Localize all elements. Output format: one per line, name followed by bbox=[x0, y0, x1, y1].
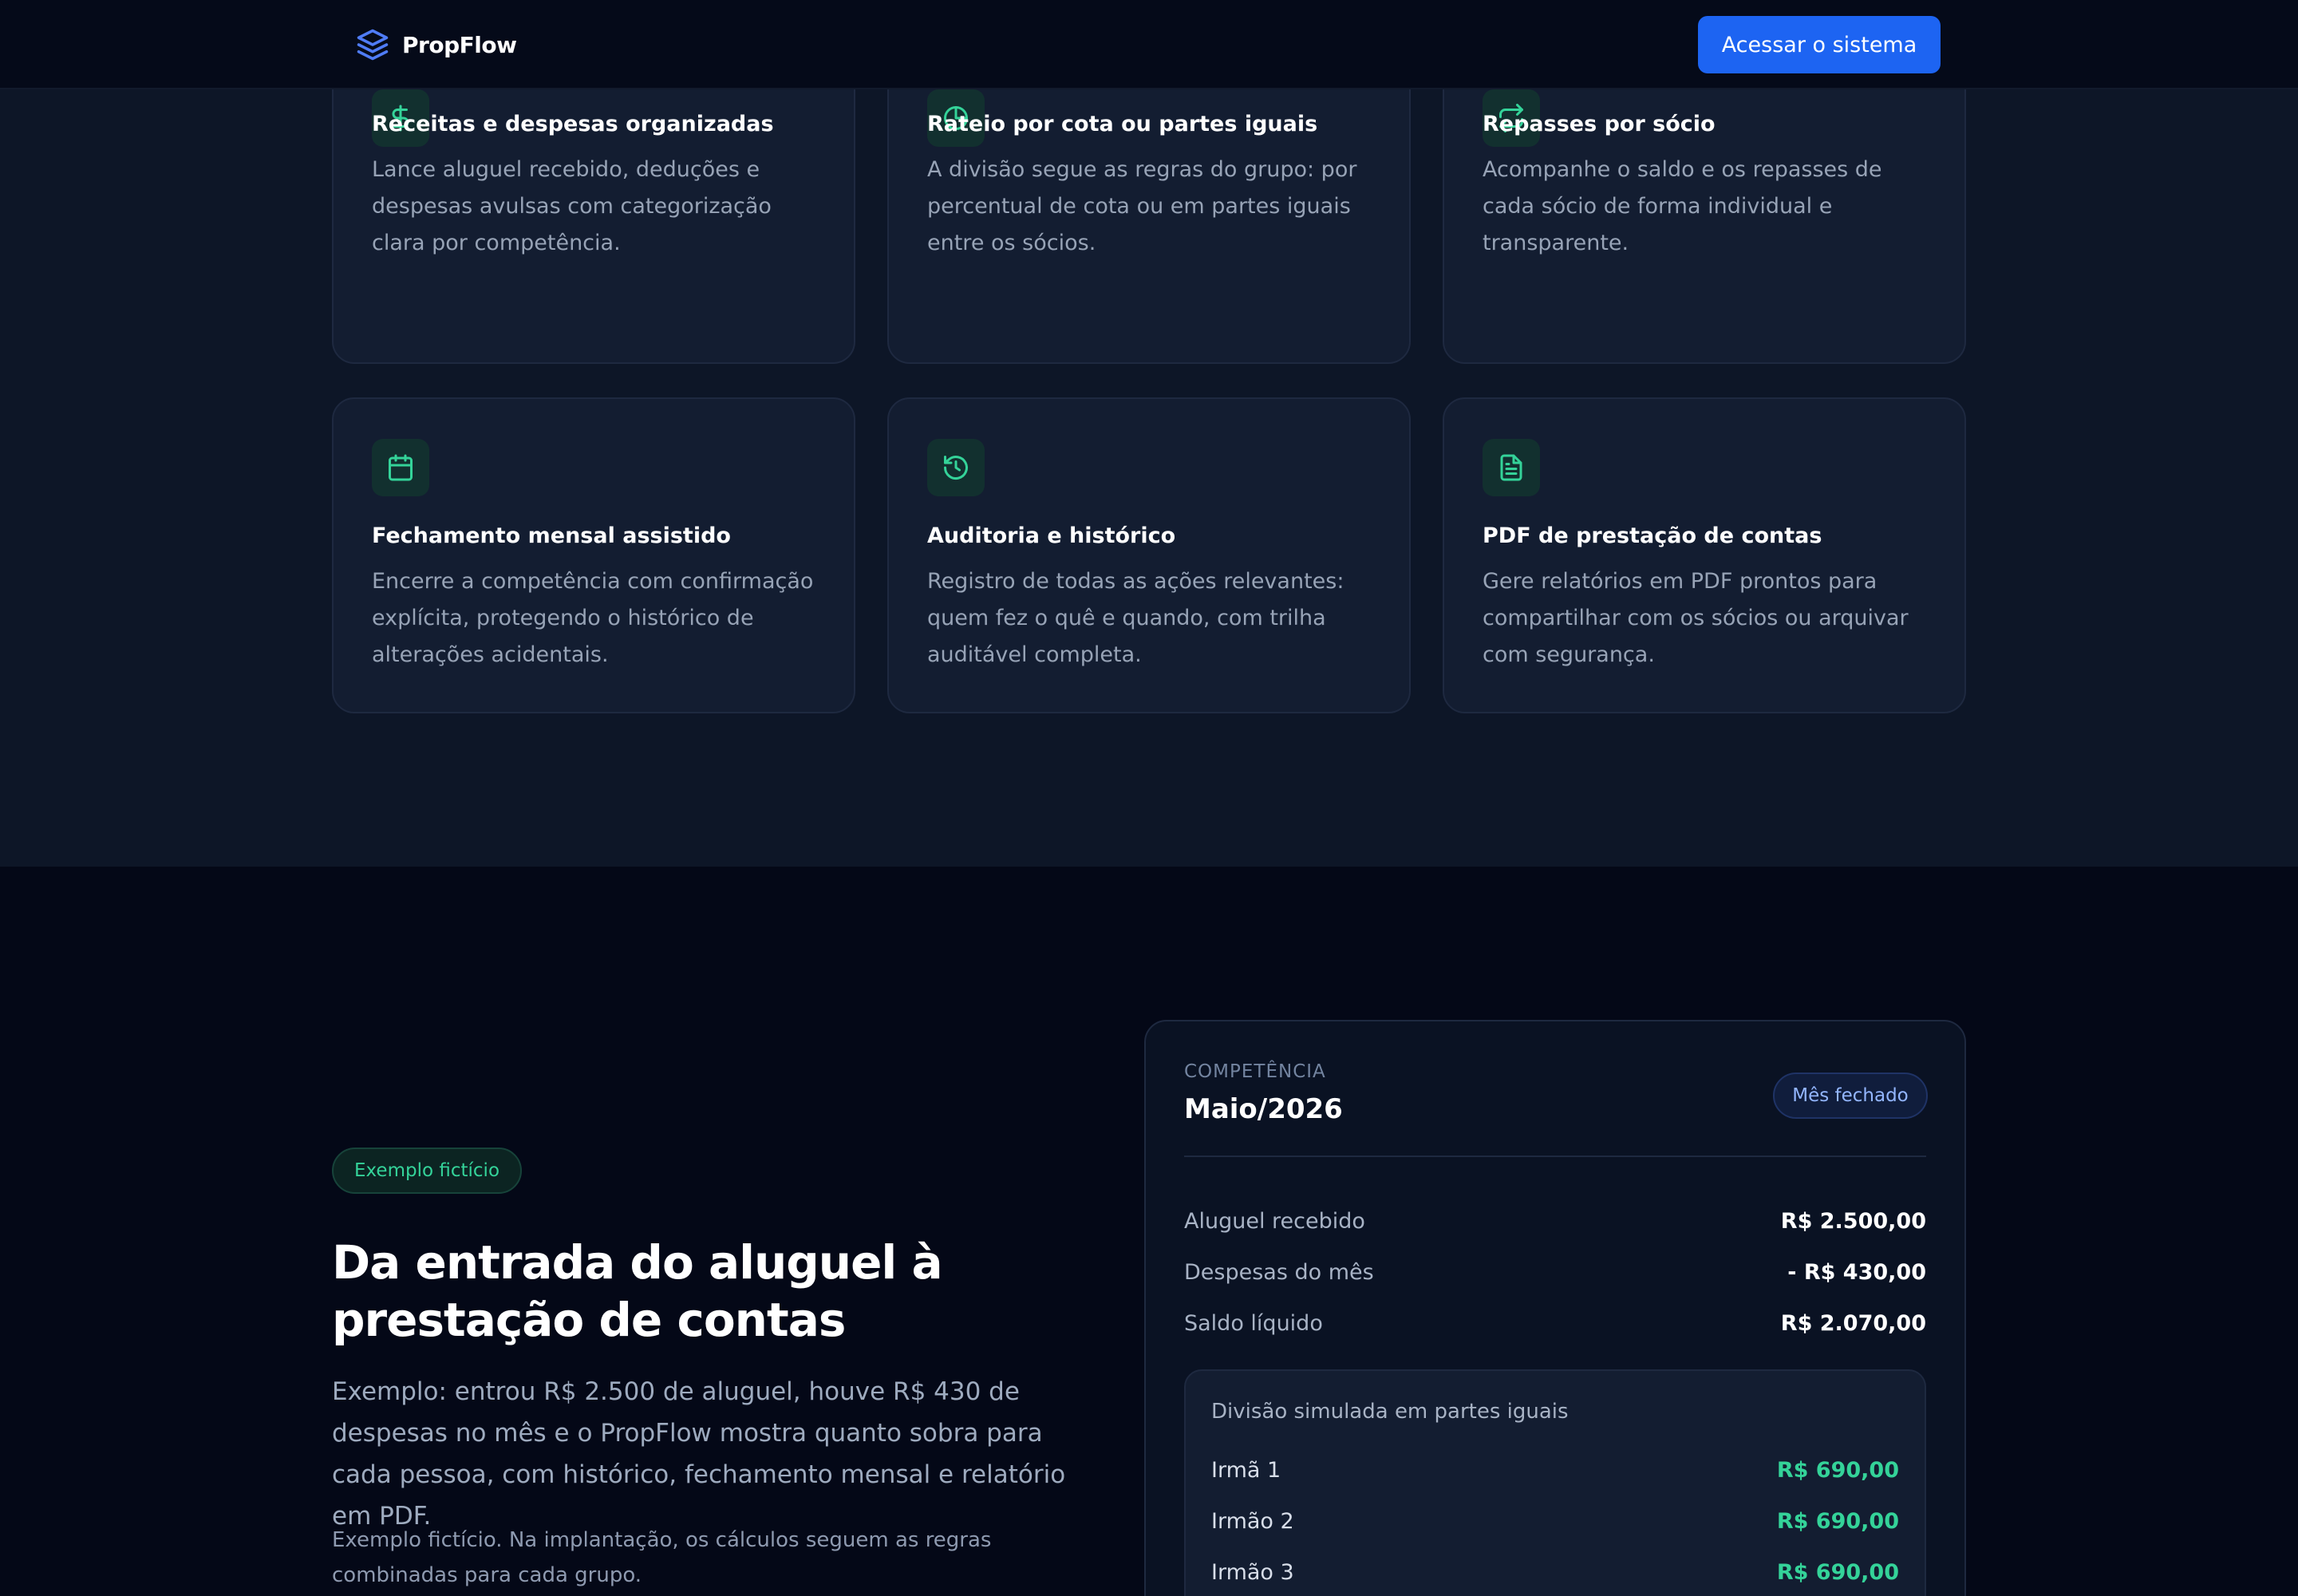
brand-logo-link[interactable]: PropFlow bbox=[356, 27, 517, 62]
partner-name: Irmão 3 bbox=[1211, 1559, 1294, 1585]
split-box: Divisão simulada em partes iguais Irmã 1… bbox=[1184, 1369, 1926, 1596]
example-description: Exemplo: entrou R$ 2.500 de aluguel, hou… bbox=[332, 1377, 1066, 1531]
layers-icon bbox=[357, 29, 389, 61]
calendar-icon bbox=[372, 439, 429, 496]
feature-description: Lance aluguel recebido, deduções e despe… bbox=[372, 157, 772, 255]
split-title: Divisão simulada em partes iguais bbox=[1211, 1400, 1569, 1424]
split-row: Irmão 2 R$ 690,00 bbox=[1211, 1505, 1899, 1537]
brand-name: PropFlow bbox=[402, 31, 517, 58]
divider bbox=[1184, 1156, 1926, 1157]
example-title: Da entrada do aluguel à prestação de con… bbox=[332, 1235, 943, 1347]
feature-title: Repasses por sócio bbox=[1483, 112, 1716, 136]
example-note: Exemplo fictício. Na implantação, os cál… bbox=[332, 1528, 992, 1587]
feature-description: Registro de todas as ações relevantes: q… bbox=[927, 569, 1344, 667]
line-item-label: Saldo líquido bbox=[1184, 1310, 1323, 1336]
feature-description: A divisão segue as regras do grupo: por … bbox=[927, 157, 1357, 255]
competence-label: COMPETÊNCIA bbox=[1184, 1061, 1326, 1082]
navbar: PropFlow Acessar o sistema bbox=[0, 0, 2298, 89]
feature-description: Acompanhe o saldo e os repasses de cada … bbox=[1483, 157, 1882, 255]
example-section: Exemplo fictício Da entrada do aluguel à… bbox=[0, 867, 2298, 1596]
partner-name: Irmão 2 bbox=[1211, 1508, 1294, 1534]
competence-value: Maio/2026 bbox=[1184, 1093, 1343, 1125]
status-badge: Mês fechado bbox=[1773, 1073, 1928, 1119]
feature-title: Rateio por cota ou partes iguais bbox=[927, 112, 1318, 136]
feature-card-audit: Auditoria e histórico Registro de todas … bbox=[887, 397, 1411, 713]
file-text-icon bbox=[1483, 439, 1540, 496]
feature-description: Encerre a competência com confirmação ex… bbox=[372, 569, 814, 667]
feature-title: Fechamento mensal assistido bbox=[372, 523, 731, 548]
partner-amount: R$ 690,00 bbox=[1776, 1559, 1899, 1585]
access-system-button[interactable]: Acessar o sistema bbox=[1698, 16, 1941, 73]
line-item-balance: Saldo líquido R$ 2.070,00 bbox=[1184, 1307, 1926, 1339]
history-icon bbox=[927, 439, 985, 496]
features-section: Receitas e despesas organizadas Lance al… bbox=[0, 0, 2298, 867]
feature-title: Receitas e despesas organizadas bbox=[372, 112, 774, 136]
line-item-label: Aluguel recebido bbox=[1184, 1208, 1365, 1234]
line-item-label: Despesas do mês bbox=[1184, 1259, 1374, 1285]
split-row: Irmão 3 R$ 690,00 bbox=[1211, 1556, 1899, 1588]
feature-description: Gere relatórios em PDF prontos para comp… bbox=[1483, 569, 1909, 667]
line-item-value: R$ 2.500,00 bbox=[1780, 1208, 1926, 1234]
partner-amount: R$ 690,00 bbox=[1776, 1508, 1899, 1534]
feature-title: PDF de prestação de contas bbox=[1483, 523, 1822, 548]
feature-title: Auditoria e histórico bbox=[927, 523, 1176, 548]
split-row: Irmã 1 R$ 690,00 bbox=[1211, 1454, 1899, 1486]
feature-card-pdf: PDF de prestação de contas Gere relatóri… bbox=[1443, 397, 1966, 713]
feature-card-closing: Fechamento mensal assistido Encerre a co… bbox=[332, 397, 855, 713]
line-item-value: - R$ 430,00 bbox=[1787, 1259, 1926, 1285]
line-item-expenses: Despesas do mês - R$ 430,00 bbox=[1184, 1256, 1926, 1288]
line-item-rent: Aluguel recebido R$ 2.500,00 bbox=[1184, 1205, 1926, 1237]
partner-name: Irmã 1 bbox=[1211, 1457, 1281, 1483]
partner-amount: R$ 690,00 bbox=[1776, 1457, 1899, 1483]
line-item-value: R$ 2.070,00 bbox=[1780, 1310, 1926, 1336]
competence-panel: COMPETÊNCIA Maio/2026 Mês fechado Alugue… bbox=[1144, 1020, 1966, 1596]
fictitious-example-badge: Exemplo fictício bbox=[332, 1148, 523, 1194]
